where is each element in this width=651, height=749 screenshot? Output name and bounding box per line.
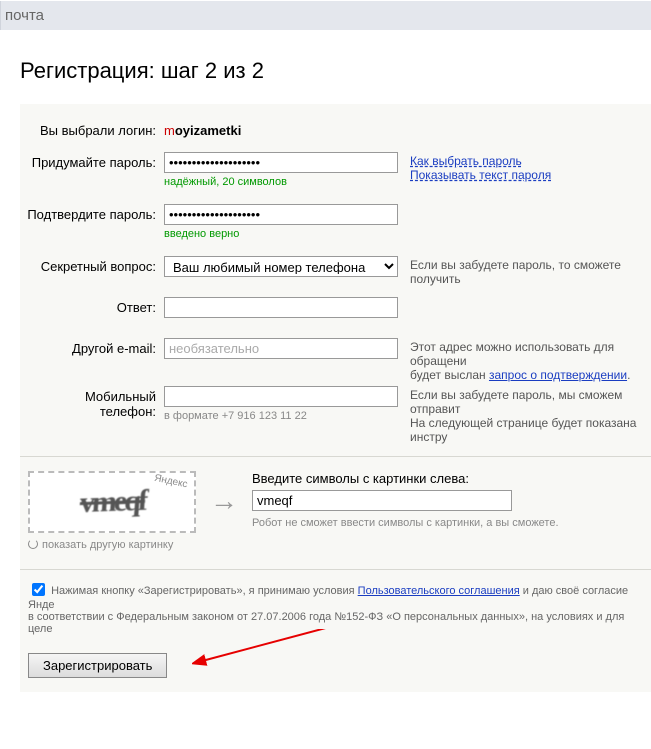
annotation-arrow-icon bbox=[192, 629, 492, 749]
register-button[interactable]: Зарегистрировать bbox=[28, 653, 167, 678]
captcha-reload-link[interactable]: показать другую картинку bbox=[28, 539, 196, 551]
other-email-input[interactable] bbox=[164, 338, 398, 359]
password-show-link[interactable]: Показывать текст пароля bbox=[410, 168, 551, 182]
agreement-checkbox[interactable] bbox=[32, 583, 45, 596]
row-secret: Секретный вопрос: Ваш любимый номер теле… bbox=[20, 256, 651, 293]
captcha-brand: Яндекс bbox=[154, 473, 189, 491]
captcha-input[interactable] bbox=[252, 490, 512, 511]
login-label: Вы выбрали логин: bbox=[26, 120, 164, 138]
user-agreement-link[interactable]: Пользовательского соглашения bbox=[358, 585, 520, 597]
arrow-right-icon: → bbox=[196, 471, 252, 517]
phone-label: Мобильный телефон: bbox=[26, 386, 164, 419]
content: Регистрация: шаг 2 из 2 Вы выбрали логин… bbox=[0, 58, 651, 692]
form-area: Вы выбрали логин: moyizametki Придумайте… bbox=[20, 104, 651, 692]
answer-label: Ответ: bbox=[26, 297, 164, 315]
topbar-title: почта bbox=[5, 7, 44, 24]
other-email-aside: Этот адрес можно использовать для обраще… bbox=[398, 338, 648, 382]
confirm-request-link[interactable]: запрос о подтверждении bbox=[489, 368, 627, 382]
row-phone: Мобильный телефон: в формате +7 916 123 … bbox=[20, 386, 651, 444]
captcha-block: Яндекс vmeqf показать другую картинку → … bbox=[20, 456, 651, 559]
password-label: Придумайте пароль: bbox=[26, 152, 164, 170]
captcha-hint: Робот не сможет ввести символы с картинк… bbox=[252, 517, 643, 529]
password-how-link[interactable]: Как выбрать пароль bbox=[410, 154, 522, 168]
captcha-image: Яндекс vmeqf bbox=[28, 471, 196, 533]
top-bar: почта bbox=[0, 1, 651, 30]
row-confirm: Подтвердите пароль: введено верно bbox=[20, 204, 651, 252]
answer-input[interactable] bbox=[164, 297, 398, 318]
password-hint: надёжный, 20 символов bbox=[164, 176, 398, 188]
row-password: Придумайте пароль: надёжный, 20 символов… bbox=[20, 152, 651, 200]
login-rest: oyizametki bbox=[175, 123, 241, 138]
phone-input[interactable] bbox=[164, 386, 398, 407]
row-login: Вы выбрали логин: moyizametki bbox=[20, 120, 651, 138]
secret-label: Секретный вопрос: bbox=[26, 256, 164, 274]
captcha-img-text: vmeqf bbox=[78, 484, 146, 520]
row-other-email: Другой e-mail: Этот адрес можно использо… bbox=[20, 338, 651, 382]
confirm-label: Подтвердите пароль: bbox=[26, 204, 164, 222]
captcha-prompt: Введите символы с картинки слева: bbox=[252, 471, 643, 486]
page-heading: Регистрация: шаг 2 из 2 bbox=[20, 58, 651, 84]
phone-aside: Если вы забудете пароль, мы сможем отпра… bbox=[398, 386, 648, 444]
login-first-char: m bbox=[164, 123, 175, 138]
phone-hint: в формате +7 916 123 11 22 bbox=[164, 410, 398, 422]
confirm-hint: введено верно bbox=[164, 228, 398, 240]
agreement-block: Нажимая кнопку «Зарегистрировать», я при… bbox=[20, 569, 651, 635]
password-input[interactable] bbox=[164, 152, 398, 173]
confirm-input[interactable] bbox=[164, 204, 398, 225]
secret-aside: Если вы забудете пароль, то сможете полу… bbox=[398, 256, 648, 286]
secret-select[interactable]: Ваш любимый номер телефона bbox=[164, 256, 398, 277]
reload-icon bbox=[28, 539, 38, 549]
login-value: moyizametki bbox=[164, 120, 241, 138]
row-answer: Ответ: bbox=[20, 297, 651, 334]
other-email-label: Другой e-mail: bbox=[26, 338, 164, 356]
